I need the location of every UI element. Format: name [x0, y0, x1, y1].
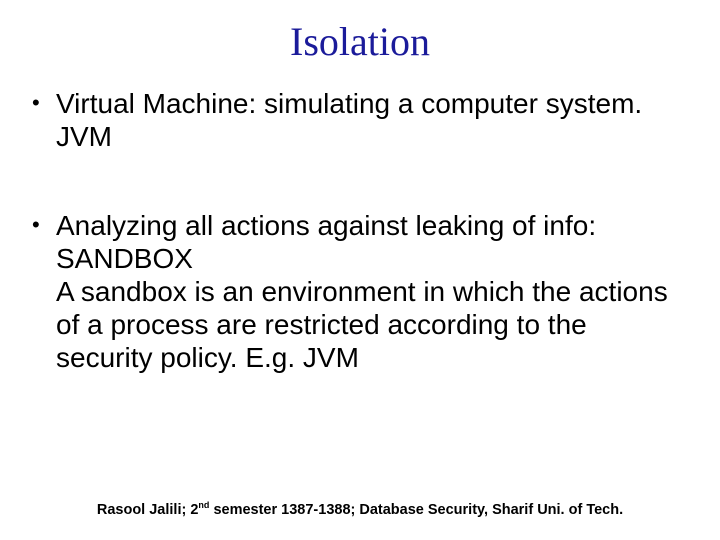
- bullet-lead: Analyzing all actions against leaking of…: [56, 210, 596, 274]
- slide-title: Isolation: [30, 18, 690, 65]
- footer-rest: semester 1387-1388; Database Security, S…: [209, 502, 623, 518]
- bullet-text: Virtual Machine: simulating a computer s…: [56, 87, 690, 153]
- slide-footer: Rasool Jalili; 2nd semester 1387-1388; D…: [0, 500, 720, 518]
- bullet-icon: •: [30, 209, 56, 374]
- bullet-item: • Virtual Machine: simulating a computer…: [30, 87, 690, 153]
- slide-content: • Virtual Machine: simulating a computer…: [30, 87, 690, 374]
- bullet-extra: A sandbox is an environment in which the…: [56, 276, 668, 373]
- footer-sup: nd: [198, 500, 209, 510]
- bullet-text: Analyzing all actions against leaking of…: [56, 209, 690, 374]
- bullet-item: • Analyzing all actions against leaking …: [30, 209, 690, 374]
- slide: Isolation • Virtual Machine: simulating …: [0, 0, 720, 540]
- footer-author: Rasool Jalili;: [97, 502, 190, 518]
- bullet-icon: •: [30, 87, 56, 153]
